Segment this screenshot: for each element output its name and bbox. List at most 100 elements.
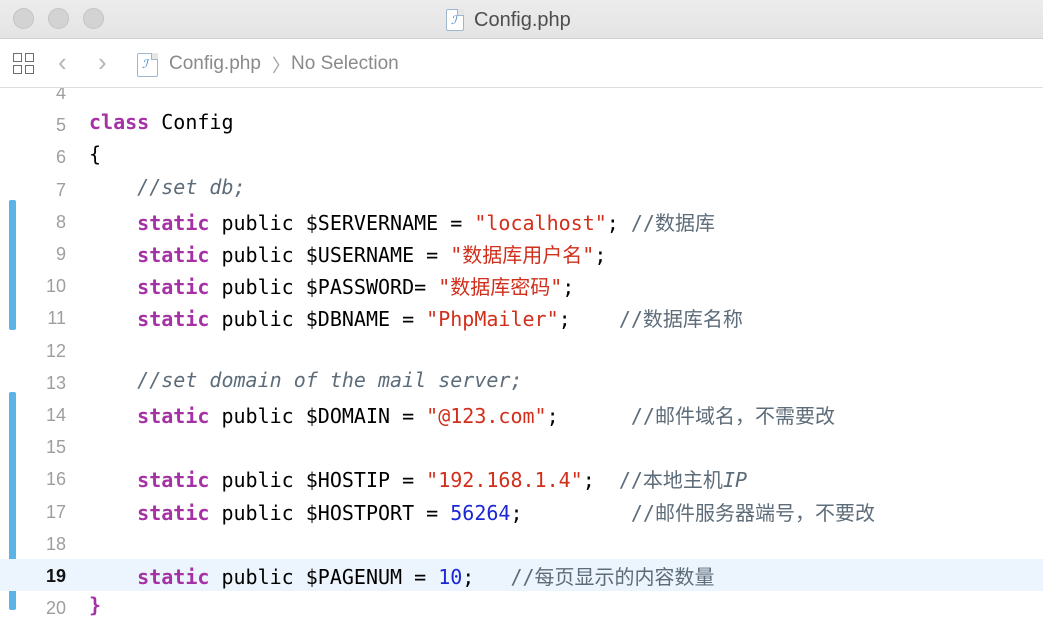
- source-editor[interactable]: 4 5 class Config 6{7 //set db; 8 static publ…: [0, 88, 1043, 633]
- code-line[interactable]: 19 static public $PAGENUM = 10; //每页显示的内…: [0, 559, 1043, 591]
- code-token: "localhost": [474, 210, 607, 235]
- code-line[interactable]: 4: [0, 88, 1043, 108]
- php-file-icon: ℐ: [137, 53, 158, 77]
- line-number: 13: [45, 372, 66, 393]
- code-line[interactable]: 20}: [0, 591, 1043, 623]
- code-token: "192.168.1.4": [426, 468, 583, 493]
- code-token: static: [137, 210, 210, 235]
- back-chevron-icon[interactable]: ‹: [58, 47, 67, 78]
- breadcrumb-selection[interactable]: No Selection: [291, 53, 399, 75]
- line-number: 10: [45, 276, 66, 297]
- forward-chevron-icon[interactable]: ›: [98, 47, 107, 78]
- code-line[interactable]: 8 static public $SERVERNAME = "localhost…: [0, 205, 1043, 237]
- code-text[interactable]: //set db;: [89, 174, 246, 199]
- code-token: ;: [546, 404, 631, 428]
- code-token: public $DOMAIN =: [209, 404, 427, 428]
- line-number: 5: [55, 115, 66, 136]
- code-token: {: [89, 142, 102, 167]
- code-token: //邮件域名，不需要改: [630, 404, 835, 428]
- code-token: static: [137, 404, 210, 428]
- line-number: 17: [45, 501, 66, 522]
- code-token: //数据库: [630, 210, 715, 235]
- code-token: ;: [510, 500, 631, 525]
- code-token: //邮件服务器端号，不要改: [630, 500, 875, 525]
- code-line[interactable]: 15: [0, 430, 1043, 462]
- code-token: "数据库密码": [438, 275, 563, 300]
- zoom-window-button[interactable]: [83, 8, 104, 29]
- line-number: 16: [45, 469, 66, 490]
- line-number: 20: [45, 598, 66, 619]
- code-token: "数据库用户名": [450, 243, 595, 267]
- code-line[interactable]: 11 static public $DBNAME = "PhpMailer"; …: [0, 301, 1043, 333]
- code-text[interactable]: static public $DBNAME = "PhpMailer"; //数…: [89, 303, 743, 332]
- window-title-text: Config.php: [474, 8, 571, 31]
- code-token: public $SERVERNAME =: [209, 210, 475, 235]
- code-text[interactable]: }: [89, 593, 101, 617]
- code-text[interactable]: {: [89, 142, 101, 166]
- code-token: ;: [594, 243, 607, 267]
- code-token: IP: [722, 468, 748, 493]
- code-token: class: [89, 110, 150, 135]
- code-text[interactable]: static public $PASSWORD= "数据库密码";: [89, 271, 574, 300]
- code-text[interactable]: static public $DOMAIN = "@123.com"; //邮件…: [89, 400, 835, 429]
- jump-bar: ‹ › ℐ Config.php 〉 No Selection: [0, 39, 1043, 88]
- code-line[interactable]: 6{: [0, 140, 1043, 172]
- code-token: "PhpMailer": [426, 307, 559, 332]
- related-items-grid-icon[interactable]: [13, 53, 37, 77]
- code-token: ;: [606, 210, 631, 235]
- code-text[interactable]: static public $USERNAME = "数据库用户名";: [89, 239, 606, 268]
- code-line[interactable]: 10 static public $PASSWORD= "数据库密码";: [0, 269, 1043, 301]
- code-text[interactable]: static public $PAGENUM = 10; //每页显示的内容数量: [89, 561, 715, 590]
- code-token: //set db;: [89, 174, 246, 199]
- code-token: //set domain of the mail server;: [89, 367, 523, 392]
- code-text[interactable]: static public $SERVERNAME = "localhost";…: [89, 207, 715, 236]
- minimize-window-button[interactable]: [48, 8, 69, 29]
- code-token: }: [89, 593, 102, 618]
- code-token: public $HOSTIP =: [209, 468, 427, 493]
- code-line[interactable]: 21: [0, 623, 1043, 633]
- code-line[interactable]: 5 class Config: [0, 108, 1043, 140]
- code-line[interactable]: 16 static public $HOSTIP = "192.168.1.4"…: [0, 462, 1043, 494]
- code-text[interactable]: static public $HOSTIP = "192.168.1.4"; /…: [89, 464, 747, 493]
- code-token: static: [137, 565, 210, 589]
- line-number: 18: [45, 533, 66, 554]
- window-title: ℐ Config.php: [446, 6, 571, 34]
- line-number: 9: [55, 244, 66, 264]
- line-number: 6: [55, 147, 66, 168]
- code-line[interactable]: 18: [0, 527, 1043, 559]
- php-file-icon: ℐ: [446, 9, 464, 31]
- code-line[interactable]: 17 static public $HOSTPORT = 56264; //邮件…: [0, 495, 1043, 527]
- code-text[interactable]: static public $HOSTPORT = 56264; //邮件服务器…: [89, 497, 875, 526]
- code-token: public $USERNAME =: [209, 243, 451, 267]
- code-token: public $HOSTPORT =: [209, 500, 451, 525]
- code-token: static: [137, 275, 210, 300]
- code-line[interactable]: 7 //set db;: [0, 173, 1043, 205]
- code-token: Config: [149, 110, 234, 135]
- code-line[interactable]: 9 static public $USERNAME = "数据库用户名";: [0, 237, 1043, 269]
- code-line[interactable]: 14 static public $DOMAIN = "@123.com"; /…: [0, 398, 1043, 430]
- close-window-button[interactable]: [13, 8, 34, 29]
- code-token: public $PASSWORD=: [209, 275, 439, 300]
- title-bar: ℐ Config.php: [0, 0, 1043, 39]
- code-token: public $DBNAME =: [209, 307, 427, 332]
- breadcrumb-file[interactable]: Config.php: [169, 53, 261, 75]
- code-token: 10: [438, 565, 463, 589]
- code-token: static: [137, 468, 210, 493]
- code-token: //本地主机: [618, 468, 723, 493]
- code-text[interactable]: //set domain of the mail server;: [89, 368, 522, 392]
- line-number: 19: [45, 566, 66, 586]
- code-token: //每页显示的内容数量: [510, 565, 715, 589]
- code-line[interactable]: 13 //set domain of the mail server;: [0, 366, 1043, 398]
- code-line[interactable]: 12: [0, 334, 1043, 366]
- line-number: 12: [45, 340, 66, 361]
- code-text[interactable]: class Config: [89, 110, 234, 134]
- code-token: ;: [462, 565, 511, 589]
- code-token: 56264: [450, 500, 511, 525]
